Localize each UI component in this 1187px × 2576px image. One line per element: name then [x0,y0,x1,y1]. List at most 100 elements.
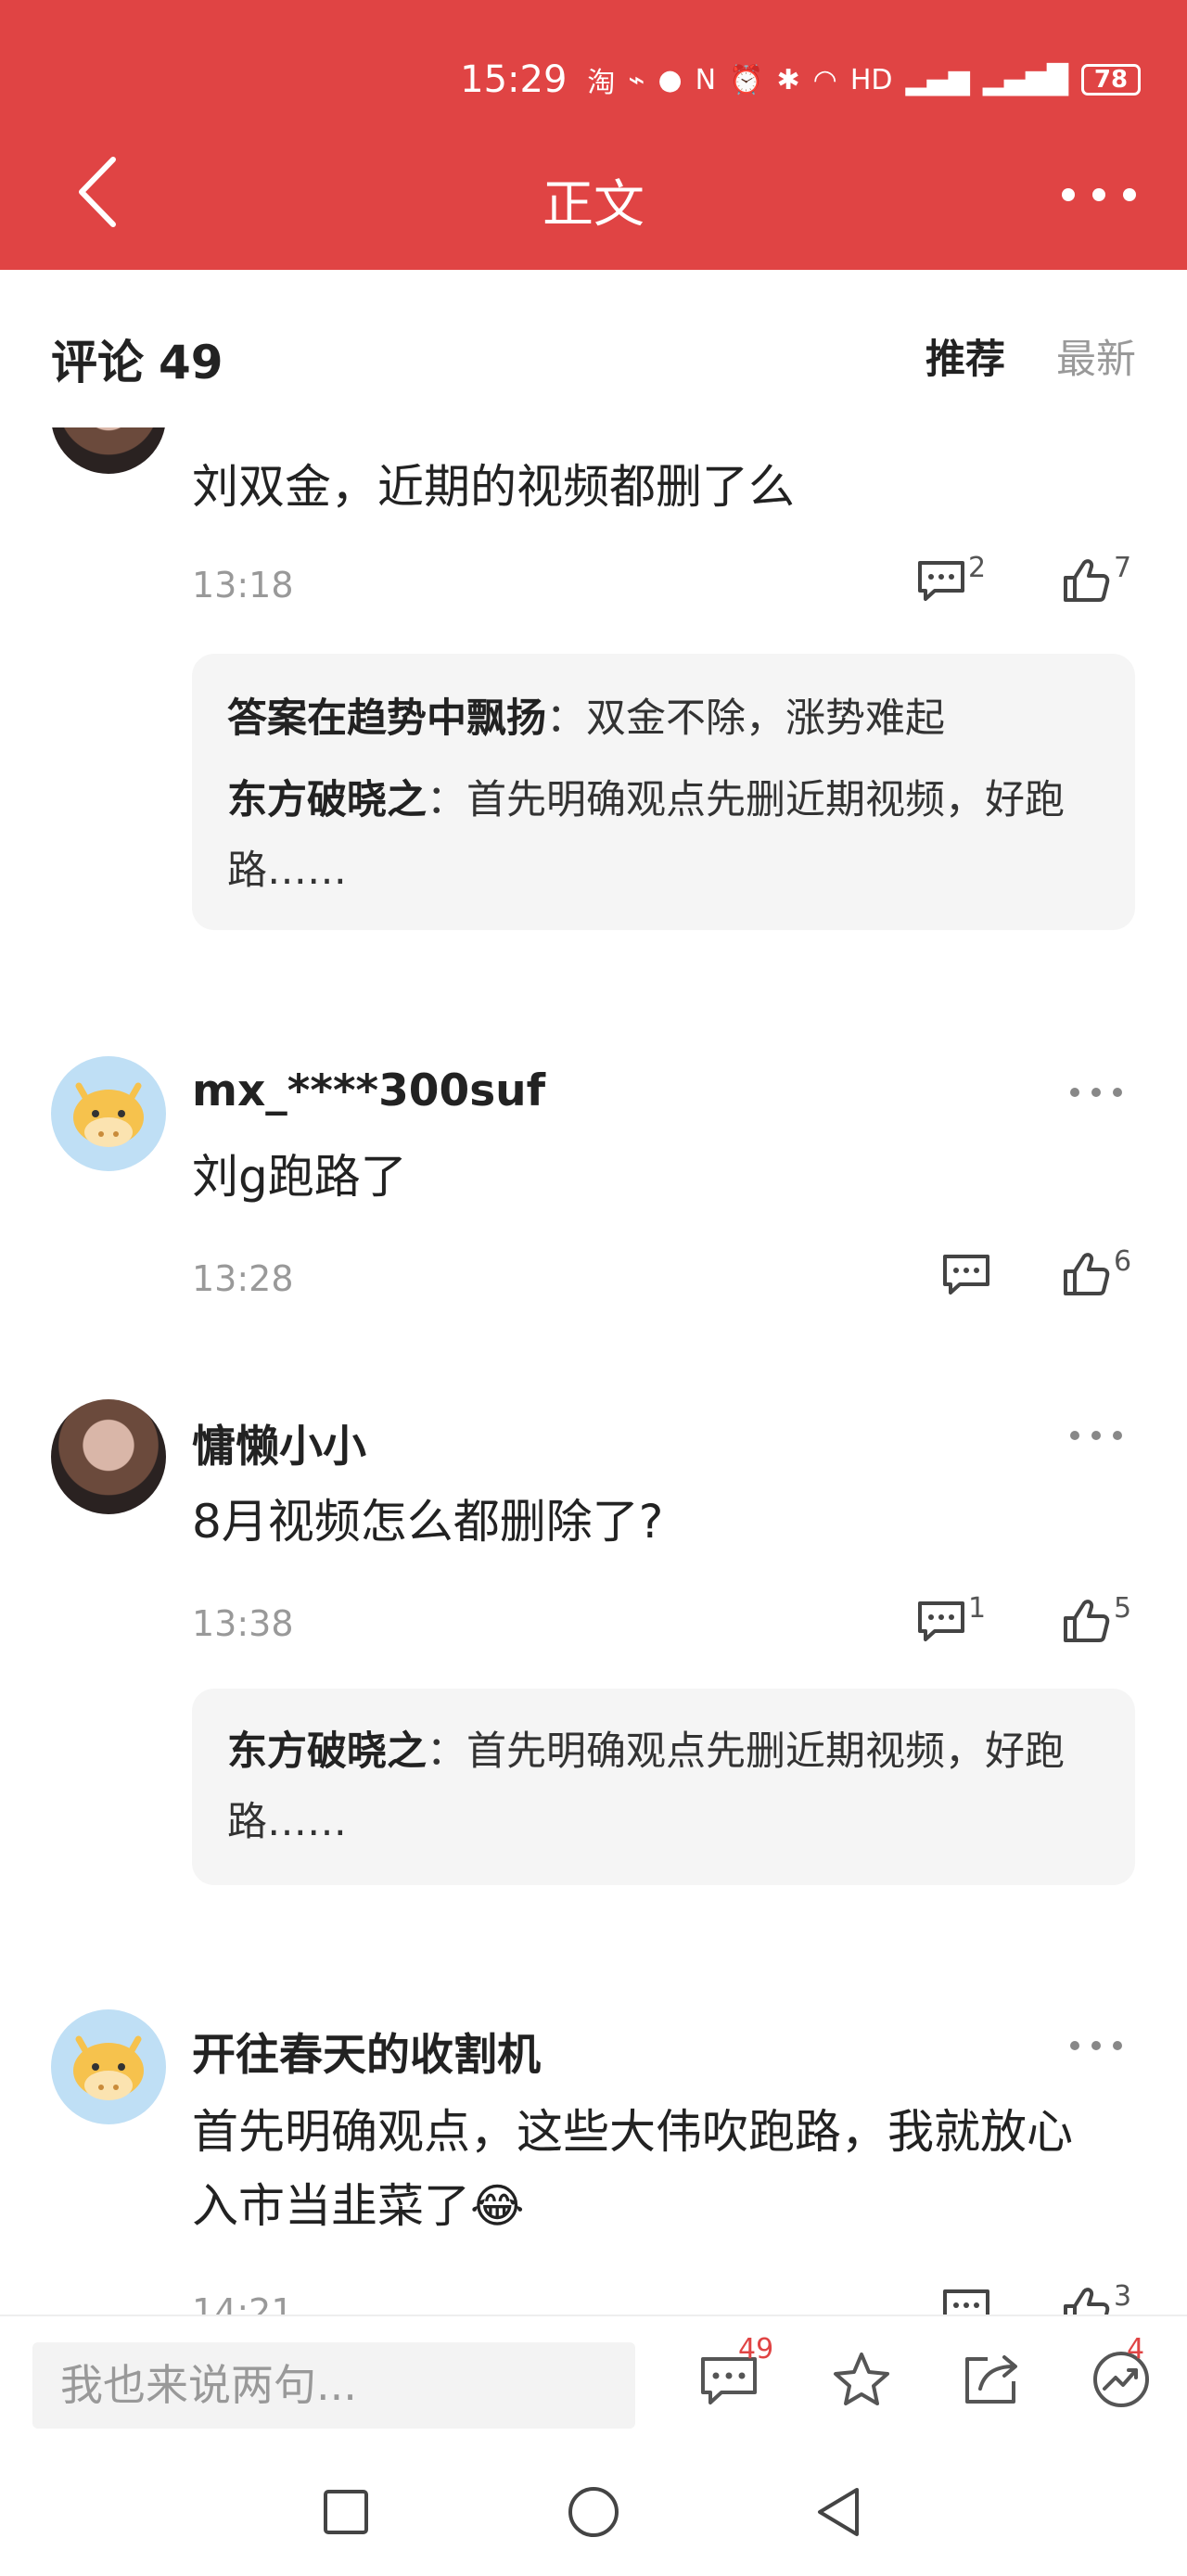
circle-icon [568,2487,619,2537]
page-title: 正文 [542,174,645,234]
like-count: 5 [1114,1592,1132,1625]
status-time: 15:29 [460,58,568,101]
reply-user[interactable]: 答案在趋势中飘扬 [227,695,546,742]
dot [1070,2041,1079,2050]
comments-label: 评论 [51,336,144,389]
reply-user[interactable]: 东方破晓之 [227,1728,427,1775]
bluetooth-icon: ✱ [776,63,800,96]
comment-time: 13:28 [192,1258,294,1299]
reply-user[interactable]: 东方破晓之 [227,777,427,823]
comment-text: 刘g跑路了 [192,1150,407,1204]
reply-button[interactable]: 2 [916,552,986,613]
comments-badge: 49 [738,2333,774,2366]
dot [1123,188,1136,201]
comment-author[interactable]: 慵懒小小 [192,1410,366,1474]
reply-button[interactable] [941,2286,991,2315]
reply-item: 东方破晓之：首先明确观点先删近期视频，好跑路…… [227,777,1065,894]
thumbs-up-icon [1064,2288,1110,2315]
comment-list[interactable]: 刘双金，近期的视频都删了么 13:18 2 7 答案在趋势中飘扬：双金不除，涨势… [0,427,1187,2315]
like-button[interactable]: 7 [1062,552,1131,613]
wifi-icon: ◠ [812,63,837,96]
dot [1091,2041,1101,2050]
tab-recommended[interactable]: 推荐 [925,327,1005,385]
avatar[interactable] [51,1399,166,1514]
status-bar: 15:29 淘 ⌁ ● N ⏰ ✱ ◠ HD ▂▄▆ ▂▄▆█ 78 [460,54,1141,106]
comment-text: 8月视频怎么都删除了? [192,1495,664,1549]
comments-count: 49 [159,336,223,389]
comment-more-button[interactable] [1070,2041,1122,2054]
avatar[interactable] [51,2009,166,2124]
signal-4g-icon: ▂▄▆ [905,63,970,96]
dot [1113,1088,1122,1097]
reply-count: 2 [968,552,987,584]
app-header: 15:29 淘 ⌁ ● N ⏰ ✱ ◠ HD ▂▄▆ ▂▄▆█ 78 正文 [0,0,1187,270]
dot [1062,188,1075,201]
share-icon [965,2355,1017,2404]
reply-item: 答案在趋势中飘扬：双金不除，涨势难起 [227,695,945,742]
share-badge: 4 [1127,2333,1145,2366]
taobao-icon: 淘 [587,67,616,99]
like-button[interactable]: 3 [1062,2280,1131,2315]
dot [1091,1088,1101,1097]
cow-avatar-icon [73,2035,144,2100]
message-icon: ● [657,63,683,96]
thumbs-up-icon [1064,559,1110,602]
favorite-button[interactable] [830,2350,893,2413]
dot [1092,188,1105,201]
like-button[interactable]: 5 [1062,1592,1131,1653]
tab-latest[interactable]: 最新 [1056,327,1136,385]
like-button[interactable]: 6 [1062,1245,1131,1307]
avatar[interactable] [51,427,166,474]
triangle-back-icon [818,2488,859,2536]
reply-text: 双金不除，涨势难起 [586,695,945,742]
avatar[interactable] [51,1056,166,1171]
reply-count: 1 [968,1592,987,1625]
comment-time: 13:38 [192,1603,294,1644]
dot [1070,1088,1079,1097]
home-button[interactable] [566,2484,621,2544]
signal-5g-icon: ▂▄▆█ [982,63,1068,96]
more-options-button[interactable] [1062,172,1136,218]
comment-icon [943,2289,989,2315]
bottom-action-bar: 我也来说两句... 49 4 [0,2315,1187,2449]
comment-icon [943,1255,989,1294]
comment-author[interactable]: mx_****300suf [192,1065,545,1116]
comment-input[interactable]: 我也来说两句... [32,2342,635,2429]
app-icon: ⌁ [628,63,645,96]
dot [1070,1431,1079,1440]
dot [1091,1431,1101,1440]
comment-icon [918,561,964,601]
reply-item: 东方破晓之：首先明确观点先删近期视频，好跑路…… [227,1728,1065,1845]
like-count: 6 [1114,1245,1132,1278]
nfc-icon: N [695,63,717,96]
share-button[interactable] [960,2350,1023,2413]
like-count: 7 [1114,552,1132,584]
comment-author[interactable]: 开往春天的收割机 [192,2019,541,2083]
hd-icon: HD [849,63,893,96]
comment-more-button[interactable] [1070,1088,1122,1101]
comments-header: 评论 49 推荐 最新 [0,270,1187,427]
comment-more-button[interactable] [1070,1431,1122,1444]
cow-avatar-icon [73,1082,144,1147]
comment-time: 14:21 [192,2291,294,2315]
comments-title: 评论 49 [51,325,223,392]
comment-text: 首先明确观点，这些大伟吹跑路，我就放心入市当韭菜了😂 [192,2105,1073,2233]
thumbs-up-icon [1064,1253,1110,1295]
back-nav-button[interactable] [812,2484,864,2544]
reply-button[interactable] [941,1251,991,1307]
like-count: 3 [1114,2280,1132,2313]
square-icon [324,2490,368,2534]
star-icon [834,2353,889,2405]
thumbs-up-icon [1064,1600,1110,1642]
comment-time: 13:18 [192,565,294,606]
replies-box[interactable]: 东方破晓之：首先明确观点先删近期视频，好跑路…… [192,1689,1135,1885]
comment-text: 刘双金，近期的视频都删了么 [192,460,795,514]
replies-box[interactable]: 答案在趋势中飘扬：双金不除，涨势难起 东方破晓之：首先明确观点先删近期视频，好跑… [192,654,1135,930]
comment-icon [918,1601,964,1641]
reply-button[interactable]: 1 [916,1592,986,1653]
battery-icon: 78 [1081,64,1141,96]
alarm-icon: ⏰ [729,63,764,96]
dot [1113,1431,1122,1440]
system-nav-bar [0,2449,1187,2576]
recent-apps-button[interactable] [320,2486,372,2542]
